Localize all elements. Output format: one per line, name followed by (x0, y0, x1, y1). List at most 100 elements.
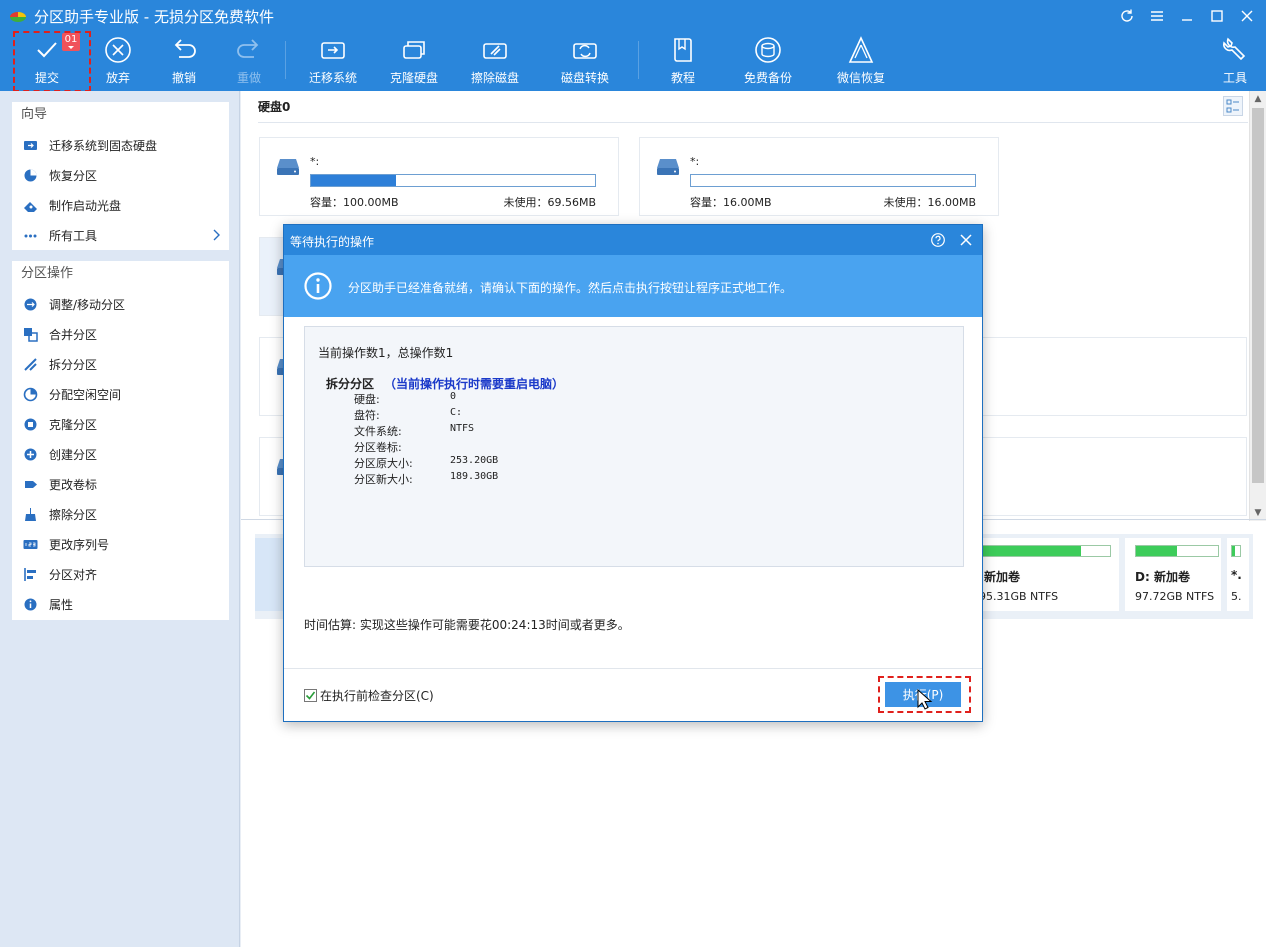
allocate-icon (23, 387, 38, 401)
tools-icon (1223, 37, 1246, 61)
minimize-icon (1182, 19, 1192, 21)
sidebar-item-properties[interactable]: 属性 (12, 589, 229, 619)
recover-partition-icon (24, 169, 37, 181)
refresh-button[interactable] (1112, 3, 1142, 29)
sidebar-item-split[interactable]: 拆分分区 (12, 349, 229, 379)
clone-disk-icon (403, 41, 425, 59)
free-backup-button[interactable]: 免费备份 (741, 31, 795, 89)
mouse-cursor-icon (917, 689, 933, 710)
maximize-icon (1211, 10, 1223, 22)
sidebar-item-bootable-media[interactable]: 制作启动光盘 (12, 190, 229, 220)
toolbar-separator (285, 41, 286, 79)
partition-card[interactable]: *: 容量：100.00MB 未使用：69.56MB (259, 137, 619, 216)
vertical-scrollbar[interactable]: ▲ ▼ (1249, 91, 1266, 521)
clone-disk-button[interactable]: 克隆硬盘 (387, 31, 441, 89)
disk-convert-button[interactable]: 磁盘转换 (558, 31, 612, 89)
backup-icon (755, 37, 781, 63)
usage-bar (979, 545, 1111, 557)
disk-map-partition[interactable]: D: 新加卷 97.72GB NTFS (1125, 538, 1221, 611)
migrate-ssd-icon (24, 140, 37, 150)
partition-card[interactable]: *: 容量：16.00MB 未使用：16.00MB (639, 137, 999, 216)
partition-size: 97.72GB NTFS (1135, 590, 1215, 603)
wizard-panel: 向导 迁移系统到固态硬盘 恢复分区 制作启动光盘 所有工具 (12, 102, 229, 250)
redo-icon (237, 39, 259, 58)
sidebar-item-create-partition[interactable]: 创建分区 (12, 439, 229, 469)
operations-list: 当前操作数1，总操作数1 拆分分区 （当前操作执行时需要重启电脑） 硬盘: 0 盘符… (304, 326, 964, 567)
scroll-up-arrow[interactable]: ▲ (1250, 91, 1266, 107)
usage-bar-fill (980, 546, 1082, 556)
partition-name: 新加卷 (984, 570, 1021, 584)
serial-icon (23, 539, 38, 549)
wechat-recovery-icon (848, 36, 874, 63)
disk-map-disk-card[interactable] (255, 538, 285, 611)
partition-size: 5. (1231, 590, 1242, 603)
help-icon[interactable] (930, 232, 946, 248)
sidebar-item-recover-partition[interactable]: 恢复分区 (12, 160, 229, 190)
close-button[interactable] (1232, 3, 1262, 29)
operation-name: 拆分分区 (326, 377, 375, 391)
window-controls (1112, 3, 1262, 29)
operation-item: 拆分分区 （当前操作执行时需要重启电脑） (326, 375, 564, 392)
resize-icon (24, 298, 37, 310)
banner-message: 分区助手已经准备就绪，请确认下面的操作。然后点击执行按钮让程序正式地工作。 (348, 281, 793, 295)
redo-button[interactable]: 重做 (232, 31, 266, 89)
migrate-os-icon (321, 42, 345, 59)
undo-button[interactable]: 撤销 (167, 31, 201, 89)
menu-button[interactable] (1142, 3, 1172, 29)
disk-map-partition[interactable]: 新加卷 95.31GB NTFS (979, 538, 1119, 611)
dialog-title: 等待执行的操作 (290, 235, 375, 249)
discard-icon (105, 37, 131, 63)
sidebar-item-align[interactable]: 分区对齐 (12, 559, 229, 589)
minimize-button[interactable] (1172, 3, 1202, 29)
toolbar: 提交 01 放弃 撤销 重做 迁移系统 克隆硬盘 擦除磁盘 磁盘转换 教程 免费… (0, 31, 1266, 91)
disk-map-partition[interactable]: *. 5. (1227, 538, 1249, 611)
sidebar-item-clone-partition[interactable]: 克隆分区 (12, 409, 229, 439)
title-bar: 分区助手专业版 - 无损分区免费软件 (0, 0, 1266, 30)
create-partition-icon (24, 448, 37, 460)
list-view-icon (1226, 99, 1239, 113)
check-before-execute-label: 在执行前检查分区(C) (320, 689, 434, 703)
usage-bar-fill (311, 175, 397, 186)
migrate-os-button[interactable]: 迁移系统 (306, 31, 360, 89)
sidebar-item-change-serial[interactable]: 更改序列号 (12, 529, 229, 559)
disk-title: 硬盘0 (258, 100, 291, 114)
label-icon (25, 480, 37, 488)
wipe-disk-button[interactable]: 擦除磁盘 (468, 31, 522, 89)
discard-button[interactable]: 放弃 (101, 31, 135, 89)
scrollbar-thumb[interactable] (1252, 108, 1264, 483)
sidebar-item-allocate[interactable]: 分配空闲空间 (12, 379, 229, 409)
capacity-text: 容量：16.00MB (690, 196, 772, 209)
align-icon (24, 567, 36, 581)
drive-icon (657, 159, 679, 175)
undo-icon (174, 39, 196, 58)
sidebar-item-wipe-partition[interactable]: 擦除分区 (12, 499, 229, 529)
maximize-button[interactable] (1202, 3, 1232, 29)
partition-name: D: 新加卷 (1135, 570, 1190, 584)
sidebar-item-all-tools[interactable]: 所有工具 (12, 220, 229, 250)
operation-warning: （当前操作执行时需要重启电脑） (384, 377, 565, 391)
usage-bar (310, 174, 596, 187)
tutorial-button[interactable]: 教程 (666, 31, 700, 89)
commit-highlight-box (13, 31, 91, 92)
check-before-execute[interactable]: 在执行前检查分区(C) (304, 687, 434, 704)
partition-size: 95.31GB NTFS (979, 590, 1059, 603)
pending-operations-dialog: 等待执行的操作 分区助手已经准备就绪，请确认下面的操作。然后点击执行按钮让程序正… (283, 224, 983, 722)
sidebar-item-change-label[interactable]: 更改卷标 (12, 469, 229, 499)
toolbar-separator (638, 41, 639, 79)
sidebar-item-merge[interactable]: 合并分区 (12, 319, 229, 349)
refresh-icon (1121, 9, 1133, 22)
partition-ops-panel-title: 分区操作 (21, 266, 74, 281)
partition-ops-panel: 分区操作 调整/移动分区 合并分区 拆分分区 分配空闲空间 克隆分区 创建分区 … (12, 261, 229, 620)
check-before-execute-checkbox[interactable] (304, 689, 317, 702)
usage-bar-fill (1136, 546, 1177, 556)
tools-button[interactable]: 工具 (1218, 31, 1252, 89)
unused-text: 未使用：69.56MB (503, 196, 596, 209)
dialog-close-icon[interactable] (958, 232, 974, 248)
partition-name: *: (310, 155, 320, 168)
disk-convert-icon (573, 43, 597, 59)
sidebar-item-migrate-ssd[interactable]: 迁移系统到固态硬盘 (12, 130, 229, 160)
view-toggle-button[interactable] (1223, 96, 1243, 116)
unused-text: 未使用：16.00MB (883, 196, 976, 209)
sidebar-item-resize[interactable]: 调整/移动分区 (12, 289, 229, 319)
wechat-recovery-button[interactable]: 微信恢复 (834, 31, 888, 89)
